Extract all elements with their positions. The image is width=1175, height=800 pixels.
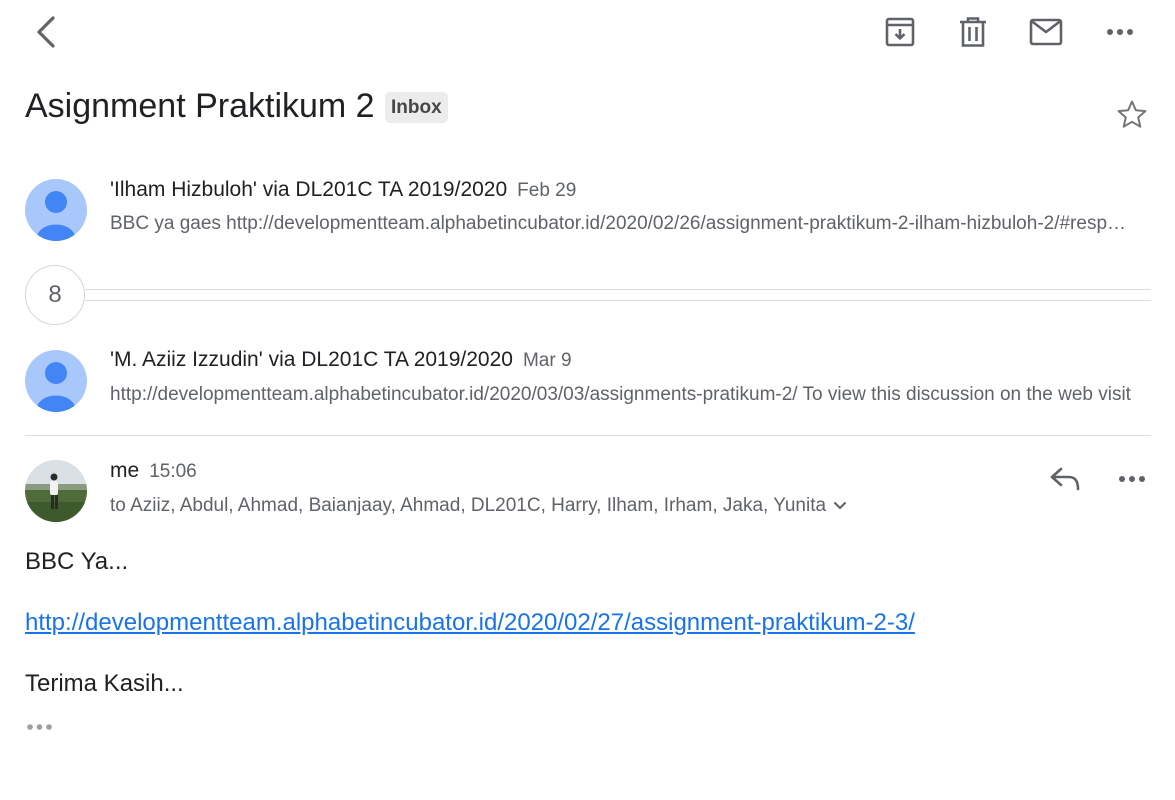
avatar [25, 179, 87, 241]
recipients-list: to Aziiz, Abdul, Ahmad, Baianjaay, Ahmad… [110, 495, 827, 516]
my-avatar-photo [25, 460, 87, 522]
message-row[interactable]: 'M. Aziiz Izzudin' via DL201C TA 2019/20… [0, 340, 1175, 420]
message-body-closing: Terima Kasih... [25, 670, 184, 697]
delete-button[interactable] [949, 10, 997, 54]
photo-image [25, 460, 87, 522]
message-date: Feb 29 [517, 180, 577, 201]
avatar [25, 350, 87, 412]
back-button[interactable] [22, 10, 70, 54]
sender-name: 'Ilham Hizbuloh' via DL201C TA 2019/2020 [110, 178, 508, 201]
message-more-button[interactable] [1108, 456, 1156, 502]
collapsed-divider-top [85, 289, 1151, 290]
collapsed-messages-count[interactable]: 8 [25, 265, 85, 325]
chevron-down-icon [834, 502, 847, 509]
reply-icon [1050, 467, 1080, 491]
more-horizontal-icon [27, 724, 52, 730]
star-outline-icon [1117, 100, 1147, 128]
archive-icon [885, 17, 915, 47]
archive-button[interactable] [876, 10, 924, 54]
message-snippet: BBC ya gaes http://developmentteam.alpha… [110, 213, 1135, 234]
sender-name: me [110, 459, 140, 482]
message-body-link[interactable]: http://developmentteam.alphabetincubator… [25, 607, 915, 639]
sender-name: 'M. Aziiz Izzudin' via DL201C TA 2019/20… [110, 348, 513, 371]
message-snippet: http://developmentteam.alphabetincubator… [110, 384, 1131, 405]
star-button[interactable] [1108, 92, 1156, 138]
message-body-greeting: BBC Ya... [25, 548, 129, 575]
person-icon [36, 191, 76, 241]
inbox-label-badge[interactable]: Inbox [385, 92, 448, 123]
more-options-button[interactable] [1096, 10, 1144, 54]
mark-unread-button[interactable] [1022, 10, 1070, 54]
reply-button[interactable] [1040, 456, 1090, 502]
mail-icon [1029, 18, 1063, 46]
message-row[interactable]: 'Ilham Hizbuloh' via DL201C TA 2019/2020… [0, 170, 1175, 250]
more-horizontal-icon [1119, 476, 1145, 482]
person-icon [36, 362, 76, 412]
chevron-left-icon [37, 16, 55, 48]
trash-icon [960, 17, 986, 47]
message-divider [25, 435, 1151, 436]
message-time: 15:06 [149, 461, 197, 482]
show-trimmed-content-button[interactable] [24, 718, 56, 736]
recipients-toggle[interactable]: to Aziiz, Abdul, Ahmad, Baianjaay, Ahmad… [110, 493, 850, 519]
collapsed-divider-bottom [85, 300, 1151, 301]
thread-subject: Asignment Praktikum 2 [25, 87, 375, 125]
message-date: Mar 9 [522, 350, 572, 371]
more-horizontal-icon [1107, 29, 1133, 35]
